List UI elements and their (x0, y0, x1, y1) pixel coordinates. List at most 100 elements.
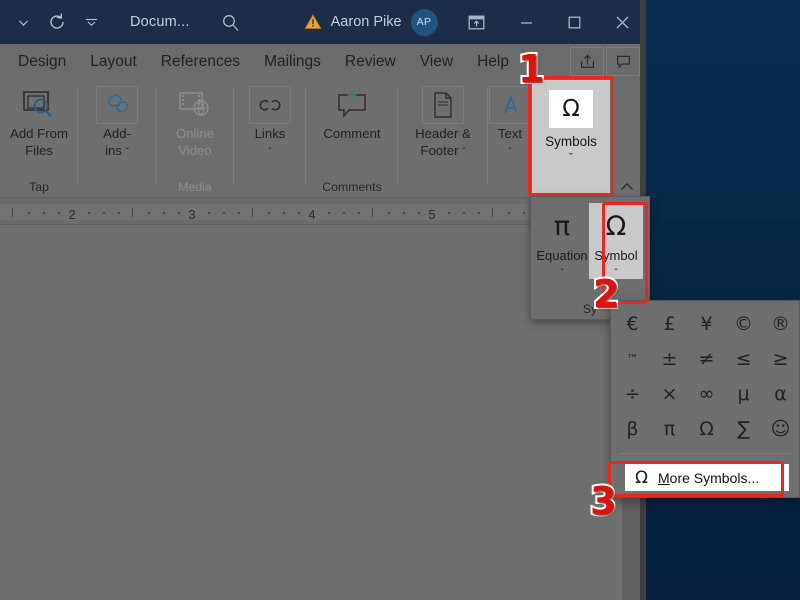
symbol-cell[interactable]: ÷ (614, 376, 651, 411)
account-area: Aaron Pike AP (304, 9, 438, 36)
ruler-minor-tick (58, 212, 60, 214)
add-from-files-label-line2: Files (0, 143, 78, 158)
symbol-cell[interactable]: Ω (688, 411, 725, 446)
symbol-cell[interactable]: € (614, 306, 651, 341)
maximize-button[interactable] (550, 0, 598, 44)
equation-label: Equation (536, 248, 587, 263)
ruler-minor-tick (88, 212, 90, 214)
ruler-minor-tick (403, 212, 405, 214)
symbol-cell[interactable]: ≥ (762, 341, 799, 376)
online-video-icon (174, 86, 216, 124)
chevron-down-icon[interactable]: ˇ (268, 147, 271, 158)
symbol-cell[interactable]: ∑ (725, 411, 762, 446)
more-symbols-accesskey: M (658, 470, 670, 486)
tab-mailings[interactable]: Mailings (252, 46, 333, 78)
text-label: Text (488, 126, 532, 141)
avatar[interactable]: AP (411, 9, 438, 36)
ruler-minor-tick (163, 212, 165, 214)
add-from-files-button[interactable]: Add From Files (0, 80, 78, 158)
online-video-label-line2: Video (156, 143, 234, 158)
search-icon[interactable] (216, 7, 246, 37)
ruler-minor-tick (463, 212, 465, 214)
ribbon-display-options-button[interactable] (450, 0, 502, 44)
share-icon[interactable] (570, 47, 604, 76)
ruler-minor-tick (178, 212, 180, 214)
tab-layout[interactable]: Layout (78, 46, 149, 78)
header-footer-button[interactable]: Header & Footer ˇ (398, 80, 488, 158)
symbol-cell[interactable]: ™ (614, 341, 651, 376)
tab-view[interactable]: View (408, 46, 465, 78)
annotation-number-3: 3 (590, 482, 616, 520)
links-caret-row: ˇ (234, 143, 306, 158)
tab-help[interactable]: Help (465, 46, 521, 78)
ruler-minor-tick (358, 212, 360, 214)
text-button[interactable]: Text ˇ (488, 80, 532, 158)
tab-design[interactable]: Design (6, 46, 78, 78)
symbol-cell[interactable]: ☺ (762, 411, 799, 446)
annotation-number-2-text: 2 (593, 272, 619, 316)
symbols-button[interactable]: Ω Symbols ˇ (532, 80, 610, 193)
redo-icon[interactable] (40, 7, 74, 37)
symbol-cell[interactable]: π (651, 411, 688, 446)
warning-triangle-icon[interactable] (304, 13, 322, 31)
ruler-number: 2 (68, 207, 75, 222)
add-ins-icon (96, 86, 138, 124)
ruler-minor-tick (28, 212, 30, 214)
ruler-minor-tick (298, 212, 300, 214)
header-footer-label-line1: Header & (398, 126, 488, 141)
symbol-cell[interactable]: ∞ (688, 376, 725, 411)
screen: Docum... Aaron Pike AP (0, 0, 800, 600)
symbol-cell[interactable]: ≠ (688, 341, 725, 376)
ruler-minor-tick (208, 212, 210, 214)
equation-button[interactable]: π Equation ˇ (535, 203, 589, 279)
symbol-grid: € £ ¥ © ® ™ ± ≠ ≤ ≥ ÷ × ∞ μ α β π Ω ∑ ☺ (614, 306, 799, 446)
ruler-minor-tick (343, 212, 345, 214)
qat-customize-icon[interactable] (74, 7, 108, 37)
tab-references[interactable]: References (149, 46, 252, 78)
add-ins-button[interactable]: Add- ins ˇ (78, 80, 156, 158)
chevron-down-icon[interactable]: ˇ (126, 147, 129, 158)
text-caret-row: ˇ (488, 143, 532, 158)
annotation-number-2: 2 (593, 275, 619, 313)
add-ins-label-text: ins (105, 143, 122, 158)
symbol-cell[interactable]: × (651, 376, 688, 411)
symbol-cell[interactable]: μ (725, 376, 762, 411)
omega-symbol-icon: Ω (635, 468, 648, 488)
symbol-cell[interactable]: α (762, 376, 799, 411)
symbol-cell[interactable]: β (614, 411, 651, 446)
ruler-number: 3 (188, 207, 195, 222)
symbol-cell[interactable]: ® (762, 306, 799, 341)
user-name[interactable]: Aaron Pike (331, 14, 402, 30)
ruler-minor-tick (328, 212, 330, 214)
chevron-down-icon[interactable]: ˇ (508, 147, 511, 158)
window-controls (450, 0, 646, 44)
links-button[interactable]: Links ˇ (234, 80, 306, 158)
more-symbols-menu-item[interactable]: Ω More Symbols... (625, 464, 789, 491)
comment-icon[interactable] (606, 47, 640, 76)
minimize-button[interactable] (502, 0, 550, 44)
symbol-button[interactable]: Ω Symbol ˇ (589, 203, 643, 279)
collapse-ribbon-chevron-up-icon[interactable] (616, 177, 638, 197)
chevron-down-icon[interactable]: ˇ (569, 152, 573, 164)
quick-access-toolbar (0, 7, 108, 37)
qat-chevron-down-icon[interactable] (6, 7, 40, 37)
symbol-cell[interactable]: ≤ (725, 341, 762, 376)
ruler-minor-tick (283, 212, 285, 214)
symbol-cell[interactable]: ± (651, 341, 688, 376)
symbol-cell[interactable]: ¥ (688, 306, 725, 341)
chevron-down-icon[interactable]: ˇ (560, 268, 563, 279)
new-comment-icon (331, 86, 373, 124)
online-video-button[interactable]: Online Video (156, 80, 234, 158)
symbol-cell[interactable]: © (725, 306, 762, 341)
chevron-down-icon[interactable]: ˇ (462, 147, 465, 158)
symbol-cell[interactable]: £ (651, 306, 688, 341)
comment-button[interactable]: Comment (306, 80, 398, 141)
links-label: Links (234, 126, 306, 141)
close-button[interactable] (598, 0, 646, 44)
ribbon-group-links: Links ˇ (234, 80, 306, 198)
tabstrip-right-buttons (570, 47, 640, 76)
ruler-minor-tick (508, 212, 510, 214)
ruler-tick (12, 208, 13, 217)
tab-review[interactable]: Review (333, 46, 408, 78)
document-page[interactable]: 938 đến tháng 8/1941, ai là Tổng bí thư … (0, 225, 622, 600)
